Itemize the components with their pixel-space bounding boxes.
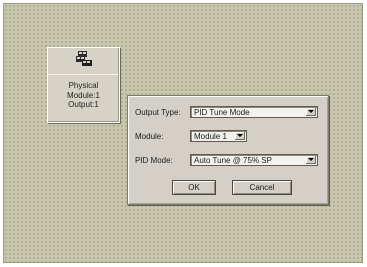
output-type-select[interactable]: PID Tune Mode — [190, 106, 318, 118]
block-name: Physical — [68, 81, 99, 90]
chevron-down-icon[interactable] — [235, 132, 245, 140]
module-select[interactable]: Module 1 — [190, 130, 247, 142]
pid-mode-value: Auto Tune @ 75% SP — [194, 156, 272, 165]
module-value: Module 1 — [194, 132, 227, 141]
block-output: Output:1 — [68, 100, 99, 109]
output-type-dialog: Output Type: PID Tune Mode Module: Modul… — [127, 95, 329, 205]
chevron-down-icon[interactable] — [306, 108, 316, 116]
block-module: Module:1 — [67, 90, 100, 100]
ok-button[interactable]: OK — [172, 180, 216, 195]
module-label: Module: — [135, 132, 164, 141]
block-labels: Physical Module:1 Output:1 — [48, 81, 119, 110]
output-type-label: Output Type: — [135, 108, 181, 117]
block-divider — [48, 74, 119, 75]
chevron-down-icon[interactable] — [306, 156, 316, 164]
pid-mode-select[interactable]: Auto Tune @ 75% SP — [190, 154, 318, 166]
module-icon-area — [48, 48, 119, 75]
cancel-button[interactable]: Cancel — [232, 180, 292, 195]
workspace-canvas[interactable]: Physical Module:1 Output:1 Output Type: … — [3, 3, 363, 263]
pid-mode-label: PID Mode: — [135, 156, 173, 165]
physical-output-block[interactable]: Physical Module:1 Output:1 — [47, 47, 120, 123]
modules-icon — [74, 50, 94, 73]
output-type-value: PID Tune Mode — [194, 108, 250, 117]
